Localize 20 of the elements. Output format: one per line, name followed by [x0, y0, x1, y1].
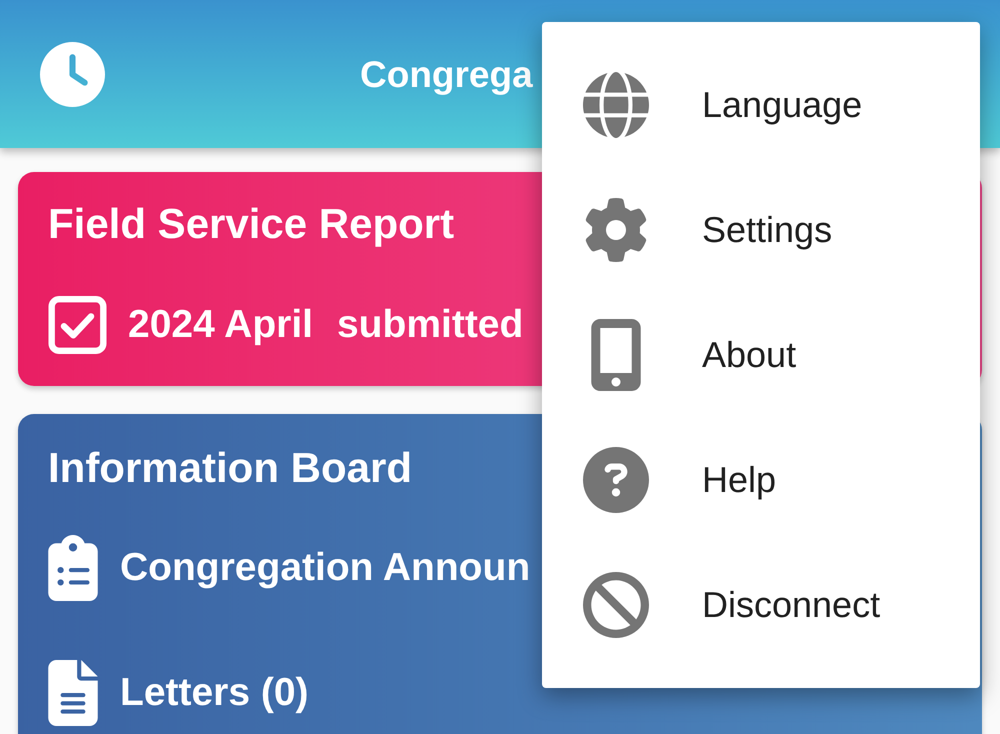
report-period: 2024 April	[128, 302, 313, 348]
phone-icon	[589, 318, 643, 390]
help-icon	[583, 446, 649, 512]
menu-item[interactable]: Settings	[542, 167, 980, 292]
board-item[interactable]: Congregation Announ	[48, 535, 530, 601]
report-status: submitted	[336, 302, 524, 348]
document-icon	[48, 660, 98, 726]
menu-item[interactable]: Language	[542, 42, 980, 167]
menu-item[interactable]: About	[542, 292, 980, 417]
gear-icon	[584, 198, 648, 262]
menu-item[interactable]: Disconnect	[542, 542, 980, 667]
menu-item[interactable]: Help	[542, 417, 980, 542]
clock-icon[interactable]	[40, 42, 105, 106]
board-item[interactable]: Letters (0)	[48, 660, 309, 726]
card-title: Information Board	[48, 443, 412, 493]
globe-icon	[583, 72, 649, 138]
ban-icon	[583, 572, 649, 638]
app-title: Congrega	[360, 56, 533, 92]
clipboard-list-icon	[48, 535, 98, 601]
card-title: Field Service Report	[48, 199, 454, 249]
